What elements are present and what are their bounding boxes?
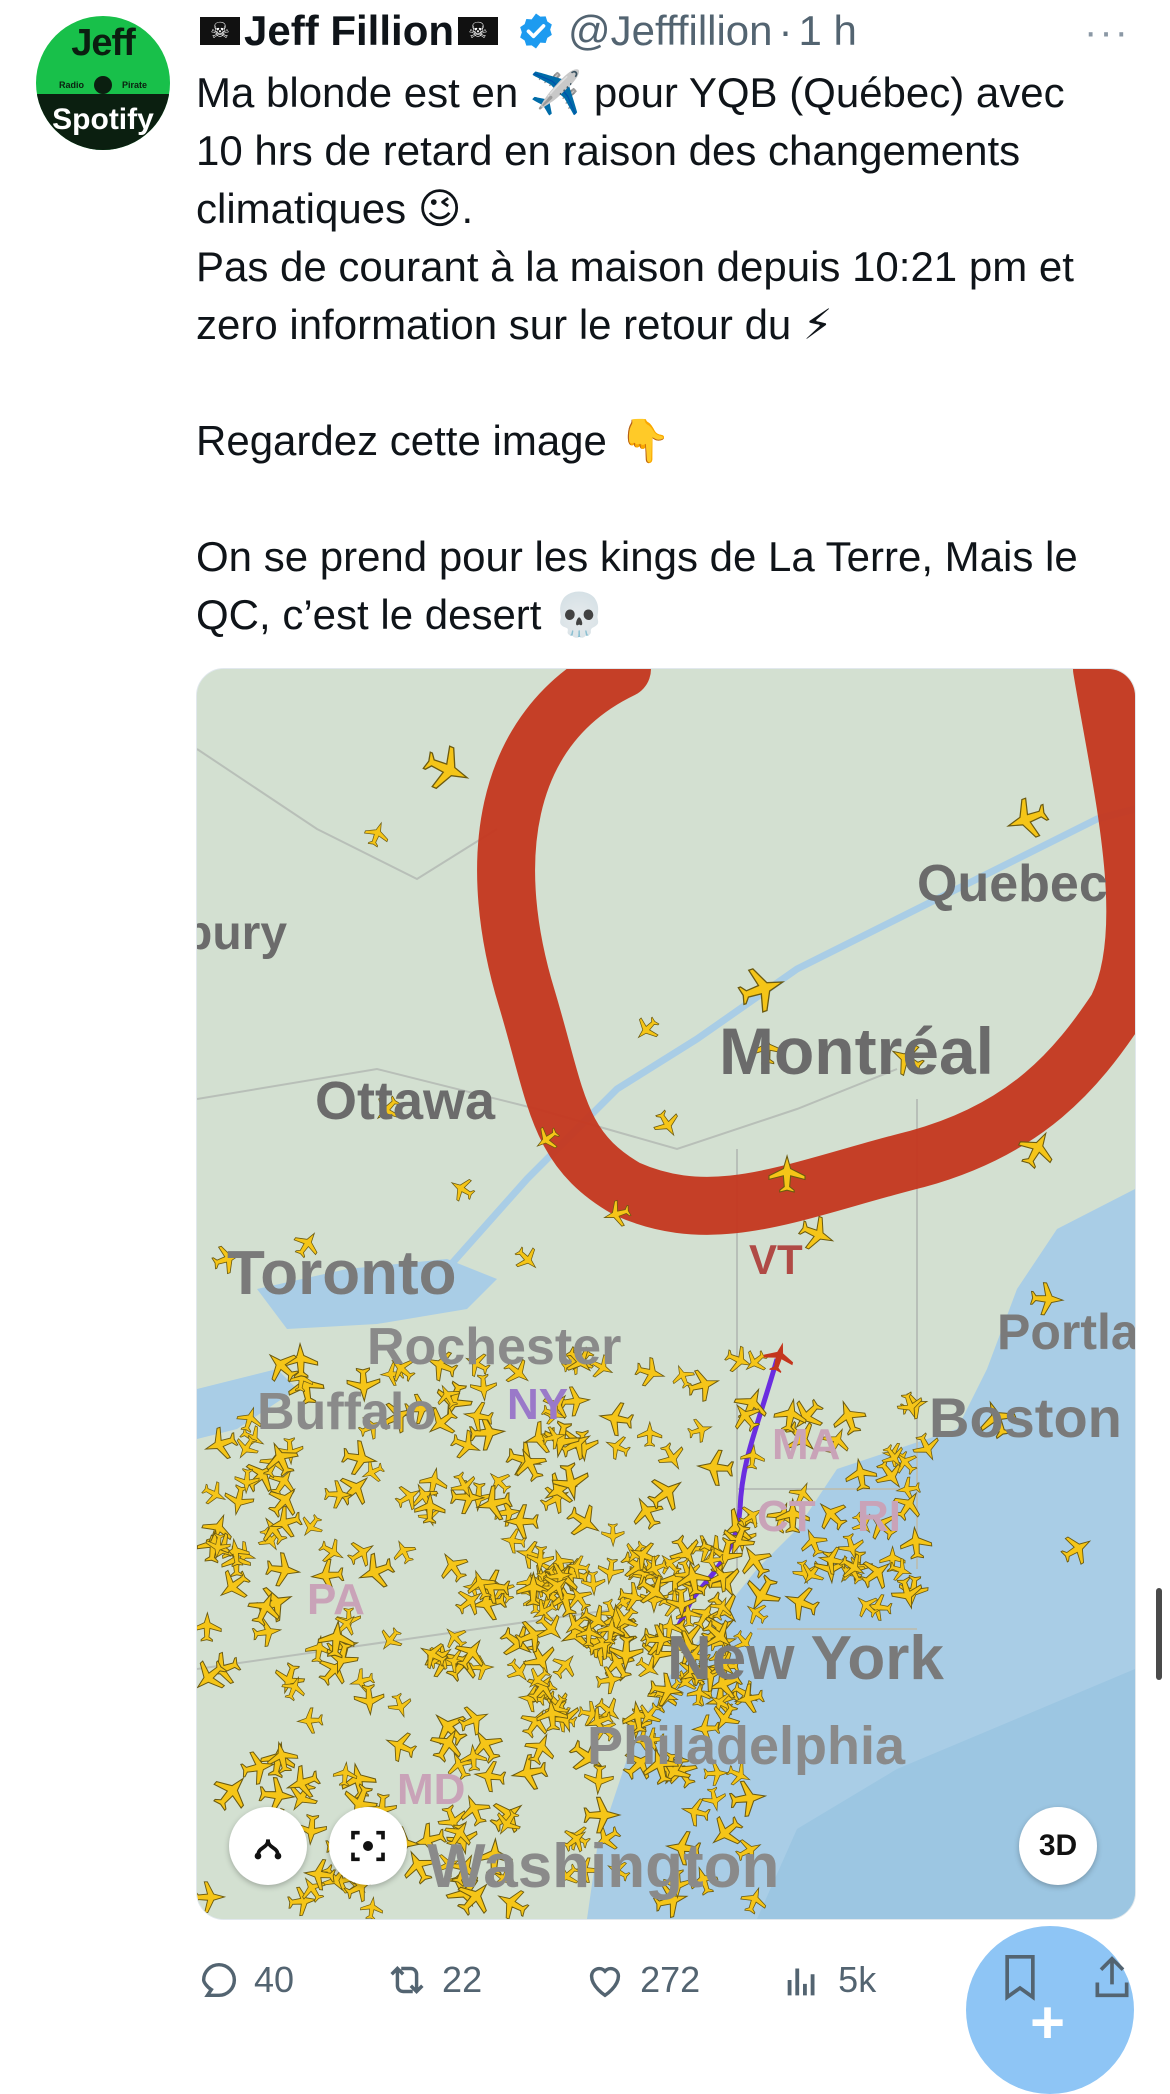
avatar[interactable]: Jeff Radio Pirate Spotify bbox=[36, 16, 170, 150]
label-ct: CT bbox=[757, 1492, 816, 1541]
reply-button[interactable]: 40 bbox=[196, 1957, 294, 2003]
route-icon bbox=[254, 1839, 282, 1860]
label-pa: PA bbox=[307, 1575, 365, 1624]
label-ma: MA bbox=[772, 1420, 840, 1469]
map-canvas: Quebec bury Montréal Ottawa VT Toronto P… bbox=[197, 669, 1135, 1919]
retweet-count: 22 bbox=[442, 1959, 483, 2000]
label-washington: Washington bbox=[427, 1832, 779, 1901]
retweet-icon bbox=[390, 1966, 424, 1994]
like-button[interactable]: 272 bbox=[582, 1957, 700, 2003]
pirate-flag-icon: ☠ bbox=[200, 17, 240, 45]
label-quebec: Quebec bbox=[917, 855, 1108, 913]
reply-icon bbox=[201, 1962, 237, 1998]
action-bar: 40 22 272 5k bbox=[196, 1950, 1096, 2010]
label-md: MD bbox=[397, 1765, 465, 1814]
views-icon bbox=[787, 1968, 815, 1996]
avatar-spotify-label: Spotify bbox=[36, 94, 170, 150]
like-count: 272 bbox=[640, 1959, 701, 2000]
pirate-flag-icon-2: ☠ bbox=[458, 17, 498, 45]
tweet-body: Ma blonde est en ✈️ pour YQB (Québec) av… bbox=[196, 69, 1078, 638]
scan-icon-button[interactable] bbox=[329, 1807, 407, 1885]
timestamp[interactable]: 1 h bbox=[799, 7, 857, 55]
user-handle[interactable]: @Jefffillion bbox=[568, 7, 773, 55]
display-name[interactable]: Jeff Fillion bbox=[244, 7, 454, 55]
verified-badge-icon bbox=[520, 13, 552, 49]
label-ny: NY bbox=[507, 1380, 568, 1429]
views-count: 5k bbox=[838, 1959, 877, 2000]
label-bury: bury bbox=[197, 907, 287, 960]
spotify-icon bbox=[94, 76, 112, 94]
views-button[interactable]: 5k bbox=[780, 1957, 876, 2003]
label-rochester: Rochester bbox=[367, 1318, 621, 1376]
retweet-button[interactable]: 22 bbox=[384, 1957, 482, 2003]
heart-icon bbox=[589, 1966, 621, 1998]
label-toronto: Toronto bbox=[227, 1239, 457, 1308]
route-icon-button[interactable] bbox=[229, 1807, 307, 1885]
label-vt: VT bbox=[749, 1236, 803, 1283]
label-ri: RI bbox=[857, 1492, 901, 1541]
scan-icon bbox=[351, 1830, 385, 1862]
avatar-subtitle-right: Pirate bbox=[122, 80, 148, 90]
header-separator: · bbox=[778, 7, 793, 54]
avatar-subtitle: Radio Pirate bbox=[36, 76, 170, 94]
flight-map-image[interactable]: Quebec bury Montréal Ottawa VT Toronto P… bbox=[196, 668, 1136, 1920]
plus-icon: + bbox=[1030, 1989, 1066, 2056]
more-options-icon[interactable]: ··· bbox=[1084, 10, 1130, 55]
label-portland: Portla bbox=[997, 1304, 1135, 1360]
3d-button[interactable]: 3D bbox=[1019, 1807, 1097, 1885]
label-new-york: New York bbox=[667, 1624, 944, 1693]
label-philadelphia: Philadelphia bbox=[587, 1716, 906, 1776]
avatar-title: Jeff bbox=[71, 22, 136, 64]
tweet-header: ☠ Jeff Fillion ☠ @Jefffillion · 1 h bbox=[196, 0, 857, 62]
label-ottawa: Ottawa bbox=[315, 1071, 496, 1131]
label-boston: Boston bbox=[929, 1386, 1122, 1449]
share-icon[interactable] bbox=[1090, 1952, 1134, 2002]
reply-count: 40 bbox=[254, 1959, 295, 2000]
label-buffalo: Buffalo bbox=[257, 1383, 436, 1441]
label-montreal: Montréal bbox=[719, 1014, 994, 1088]
avatar-subtitle-left: Radio bbox=[58, 80, 84, 90]
scrollbar[interactable] bbox=[1156, 1588, 1162, 1680]
